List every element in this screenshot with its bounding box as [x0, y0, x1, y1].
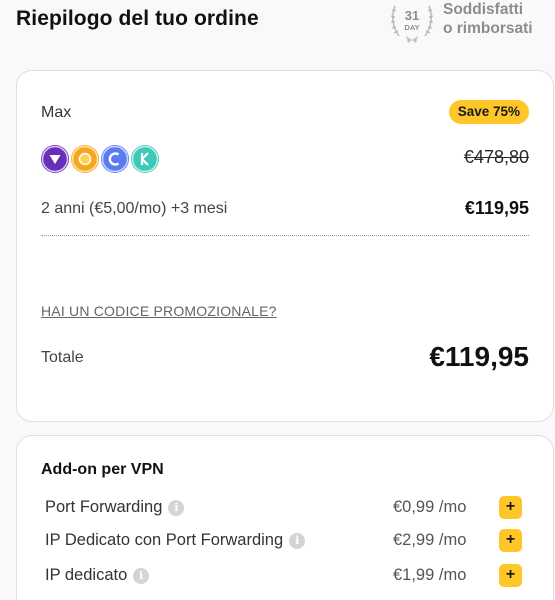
addon-price: €0,99 /mo — [393, 498, 467, 516]
vpn-icon — [41, 145, 69, 173]
plan-name: Max — [41, 104, 72, 121]
included-apps — [41, 145, 159, 173]
info-icon[interactable]: i — [289, 533, 306, 549]
guarantee-seal-icon: 31 DAY — [390, 5, 434, 43]
addon-price: €1,99 /mo — [393, 566, 467, 584]
info-icon[interactable]: i — [168, 500, 185, 516]
addon-label: IP dedicato — [45, 566, 128, 584]
addon-row-port-forwarding: Port Forwarding i €0,99 /mo + — [17, 496, 553, 520]
addon-row-dedicated-ip: IP dedicato i €1,99 /mo + — [17, 564, 553, 588]
guarantee-line-2: o rimborsati — [443, 20, 533, 37]
promo-code-link[interactable]: HAI UN CODICE PROMOZIONALE? — [41, 303, 277, 319]
term-price: €119,95 — [464, 198, 529, 218]
addon-row-dedicated-ip-port-forwarding: IP Dedicato con Port Forwarding i €2,99 /… — [17, 529, 553, 553]
addon-name: IP dedicato i — [45, 566, 150, 585]
guarantee-text: Soddisfatti o rimborsati — [443, 0, 533, 38]
page-title: Riepilogo del tuo ordine — [16, 7, 259, 30]
original-price: €478,80 — [463, 147, 529, 167]
svg-text:DAY: DAY — [404, 23, 419, 32]
vpn-addons-card: Add-on per VPN Port Forwarding i €0,99 /m… — [16, 435, 554, 600]
addon-price: €2,99 /mo — [393, 531, 467, 549]
total-price: €119,95 — [429, 341, 529, 372]
svg-text:31: 31 — [405, 8, 419, 23]
cloud-icon — [101, 145, 129, 173]
password-manager-icon — [71, 145, 99, 173]
addon-label: IP Dedicato con Port Forwarding — [45, 531, 284, 549]
file-encryption-icon — [131, 145, 159, 173]
add-dedicated-ip-button[interactable]: + — [499, 564, 522, 587]
guarantee-line-1: Soddisfatti — [443, 1, 524, 18]
order-summary-card: Max Save 75% €478,80 2 anni (€5,00/mo) +… — [16, 70, 554, 422]
add-dedicated-ip-port-forwarding-button[interactable]: + — [499, 529, 522, 552]
subscription-term: 2 anni (€5,00/mo) +3 mesi — [41, 200, 228, 217]
addon-name: IP Dedicato con Port Forwarding i — [45, 531, 306, 550]
addon-name: Port Forwarding i — [45, 498, 185, 517]
info-icon[interactable]: i — [133, 568, 150, 584]
order-summary-page: Riepilogo del tuo ordine 31 DAY Soddisfa… — [0, 0, 555, 600]
add-port-forwarding-button[interactable]: + — [499, 496, 522, 519]
divider — [41, 235, 529, 236]
money-back-guarantee: 31 DAY Soddisfatti o rimborsati — [386, 0, 555, 44]
total-label: Totale — [41, 349, 84, 366]
addon-label: Port Forwarding — [45, 498, 163, 516]
addons-title: Add-on per VPN — [41, 461, 164, 478]
discount-badge: Save 75% — [448, 100, 529, 124]
